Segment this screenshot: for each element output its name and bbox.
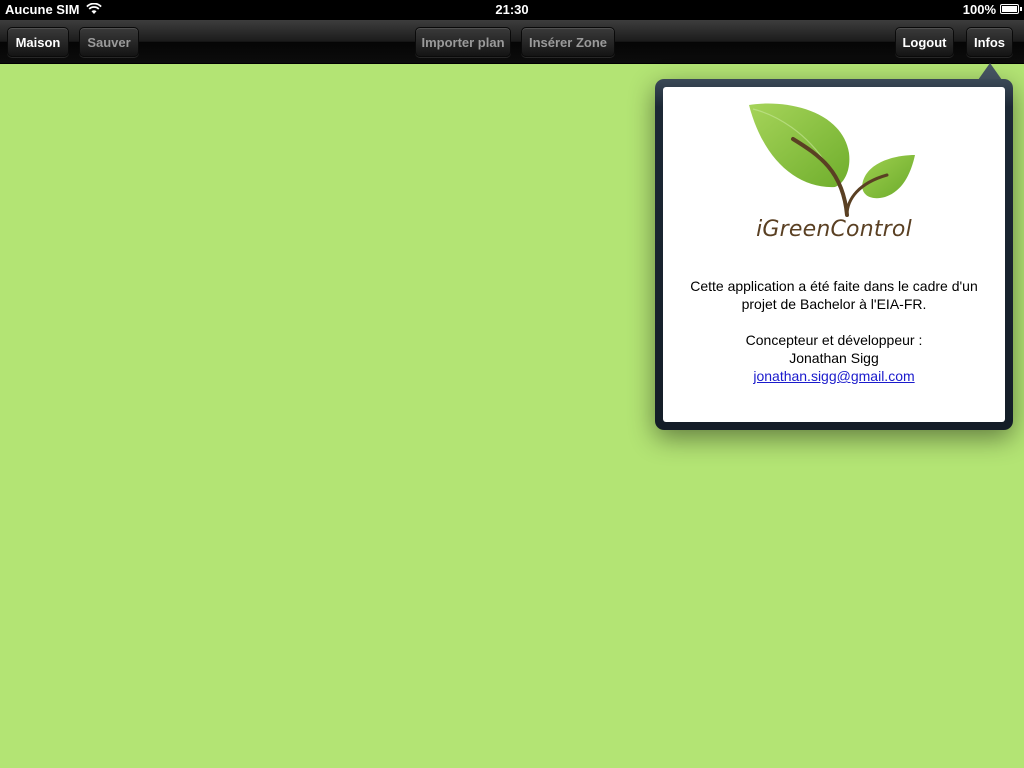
battery-fill xyxy=(1002,6,1017,12)
battery-icon xyxy=(1000,4,1022,14)
logo-wordmark: iGreenControl xyxy=(756,217,912,242)
battery-percentage: 100% xyxy=(962,2,996,17)
sauver-button[interactable]: Sauver xyxy=(79,27,139,57)
info-popover: iGreenControl Cette application a été fa… xyxy=(655,79,1013,430)
maison-button[interactable]: Maison xyxy=(7,27,69,57)
popover-arrow xyxy=(978,63,1002,80)
status-bar: Aucune SIM 21:30 100% xyxy=(0,0,1024,20)
credits-name: Jonathan Sigg xyxy=(789,350,879,366)
infos-button[interactable]: Infos xyxy=(966,27,1013,57)
clock: 21:30 xyxy=(495,2,529,17)
app-description: Cette application a été faite dans le ca… xyxy=(673,277,995,313)
popover-content: iGreenControl Cette application a été fa… xyxy=(663,87,1005,422)
toolbar: Maison Sauver Importer plan Insérer Zone… xyxy=(0,20,1024,64)
importer-plan-button[interactable]: Importer plan xyxy=(415,27,511,57)
igreencontrol-logo xyxy=(747,103,917,218)
description-line: projet de Bachelor à l'EIA-FR. xyxy=(741,296,927,312)
credits: Concepteur et développeur : Jonathan Sig… xyxy=(673,331,995,385)
logout-button[interactable]: Logout xyxy=(895,27,954,57)
credits-role: Concepteur et développeur : xyxy=(745,332,923,348)
email-link[interactable]: jonathan.sigg@gmail.com xyxy=(753,368,914,384)
description-line: Cette application a été faite dans le ca… xyxy=(690,278,978,294)
inserer-zone-button[interactable]: Insérer Zone xyxy=(521,27,615,57)
logo-leaves-icon xyxy=(749,103,915,217)
